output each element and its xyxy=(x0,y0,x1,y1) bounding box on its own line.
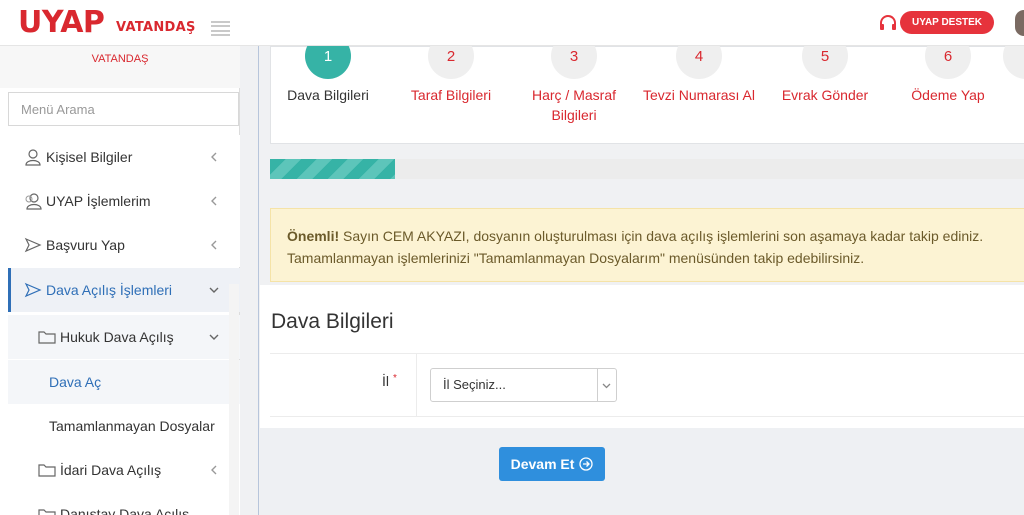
step-label: Harç / Masraf Bilgileri xyxy=(504,85,644,125)
send-icon xyxy=(24,281,42,299)
devam-et-button[interactable]: Devam Et xyxy=(499,447,605,481)
sidebar-item-uyap-islemlerim[interactable]: UYAP İşlemlerim xyxy=(8,179,240,223)
sidebar-item-tamamlanmayan-dosyalar[interactable]: Tamamlanmayan Dosyalar xyxy=(8,404,240,448)
il-form-row: İl * İl Seçiniz... xyxy=(270,353,1024,417)
top-bar: UYAP VATANDAŞ UYAP DESTEK xyxy=(0,0,1024,46)
step-label: Ödeme Yap xyxy=(911,87,985,103)
select-divider xyxy=(597,369,598,401)
sidebar-item-kisisel-bilgiler[interactable]: Kişisel Bilgiler xyxy=(8,135,240,179)
folder-icon xyxy=(38,461,56,479)
sidebar-item-danistay-dava-acilis[interactable]: Danıştay Dava Açılış xyxy=(8,492,240,515)
warning-alert: Önemli! Sayın CEM AKYAZI, dosyanın oluşt… xyxy=(270,208,1024,282)
chevron-left-icon xyxy=(211,465,217,475)
sidebar-item-label: Kişisel Bilgiler xyxy=(46,149,133,165)
step-label: Dava Bilgileri xyxy=(287,87,369,103)
page-title: Dava Bilgileri xyxy=(271,310,394,333)
user-icon xyxy=(24,148,42,166)
content-divider xyxy=(258,46,259,515)
chevron-down-icon xyxy=(602,383,611,389)
il-select[interactable]: İl Seçiniz... xyxy=(430,368,617,402)
sidebar-item-dava-ac[interactable]: Dava Aç xyxy=(8,360,240,404)
alert-line2: Tamamlanmayan işlemlerinizi "Tamamlanmay… xyxy=(287,250,865,266)
headset-icon xyxy=(880,15,896,30)
sidebar-item-label: Dava Açılış İşlemleri xyxy=(46,282,173,298)
step-label: Taraf Bilgileri xyxy=(410,87,492,103)
chevron-down-icon xyxy=(209,287,219,293)
chevron-left-icon xyxy=(211,196,217,206)
chevron-down-icon xyxy=(209,334,219,340)
sidebar-item-label: İdari Dava Açılış xyxy=(60,462,162,478)
step-3[interactable]: 3 Harç / Masraf Bilgileri xyxy=(504,33,644,125)
folder-icon xyxy=(38,506,56,515)
sidebar-item-label: Başvuru Yap xyxy=(46,237,125,253)
sidebar-item-dava-acilis-islemleri[interactable]: Dava Açılış İşlemleri xyxy=(8,268,240,312)
step-label: Evrak Gönder xyxy=(781,87,869,103)
uyap-logo[interactable]: UYAP xyxy=(18,8,105,38)
menu-search-input[interactable]: Menü Arama xyxy=(8,92,239,126)
alert-strong: Önemli! xyxy=(287,228,340,244)
users-icon xyxy=(24,192,42,210)
step-4[interactable]: 4 Tevzi Numarası Al xyxy=(629,33,769,105)
sidebar-item-label: Danıştay Dava Açılış xyxy=(60,506,190,515)
step-5[interactable]: 5 Evrak Gönder xyxy=(755,33,895,105)
send-icon xyxy=(24,236,42,254)
step-label: Tevzi Numarası Al xyxy=(642,87,756,103)
avatar[interactable] xyxy=(1015,10,1024,36)
sidebar-item-label: Tamamlanmayan Dosyalar xyxy=(49,418,215,434)
chevron-left-icon xyxy=(211,240,217,250)
sidebar: VATANDAŞ Menü Arama Kişisel Bilgiler UYA… xyxy=(0,46,240,515)
sidebar-item-label: UYAP İşlemlerim xyxy=(46,193,151,209)
logo-subtitle: VATANDAŞ xyxy=(116,20,196,35)
sidebar-item-basvuru-yap[interactable]: Başvuru Yap xyxy=(8,223,240,267)
sidebar-item-label: Dava Aç xyxy=(49,374,102,390)
sidebar-user-label: VATANDAŞ xyxy=(0,46,240,88)
form-actions xyxy=(260,428,1024,515)
progress-fill xyxy=(270,159,396,179)
step-label-line1: Harç / Masraf xyxy=(531,87,616,103)
sidebar-item-idari-dava-acilis[interactable]: İdari Dava Açılış xyxy=(8,448,240,492)
step-next[interactable] xyxy=(996,33,1024,79)
support-button[interactable]: UYAP DESTEK xyxy=(900,11,994,34)
sidebar-item-label: Hukuk Dava Açılış xyxy=(60,329,174,345)
step-2[interactable]: 2 Taraf Bilgileri xyxy=(381,33,521,105)
wizard-steps: 1 Dava Bilgileri 2 Taraf Bilgileri 3 Har… xyxy=(270,33,1024,144)
step-label-line2: Bilgileri xyxy=(551,107,597,123)
folder-icon xyxy=(38,328,56,346)
form-row-divider xyxy=(416,354,417,416)
arrow-right-circle-icon xyxy=(579,457,594,471)
il-label: İl * xyxy=(382,373,397,389)
menu-toggle-icon[interactable] xyxy=(211,21,230,36)
alert-line1: Sayın CEM AKYAZI, dosyanın oluşturulması… xyxy=(339,228,984,244)
chevron-left-icon xyxy=(211,152,217,162)
required-marker: * xyxy=(393,373,397,384)
sidebar-item-hukuk-dava-acilis[interactable]: Hukuk Dava Açılış xyxy=(8,315,240,359)
wizard-progress-bar xyxy=(270,159,1024,179)
sidebar-scrollbar[interactable] xyxy=(229,284,239,515)
button-label: Devam Et xyxy=(510,456,575,472)
step-1[interactable]: 1 Dava Bilgileri xyxy=(258,33,398,105)
il-select-value: İl Seçiniz... xyxy=(443,377,506,392)
